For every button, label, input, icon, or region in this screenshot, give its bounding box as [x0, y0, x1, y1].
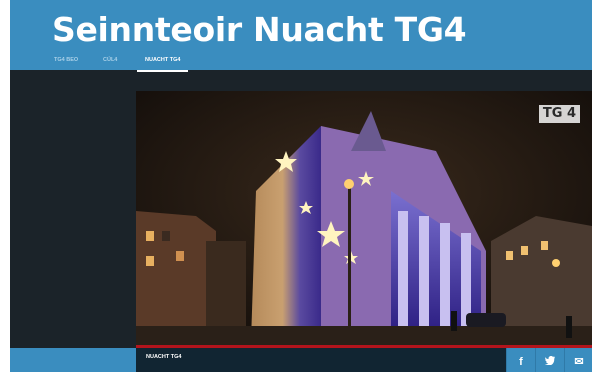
channel-logo: TG 4 — [538, 105, 580, 123]
twitter-icon — [544, 356, 555, 368]
footer-label: NUACHT TG4 — [146, 354, 182, 360]
facebook-icon: f — [519, 356, 523, 368]
video-frame-image — [136, 91, 592, 345]
tab-tg4-beo[interactable]: TG4 BEO — [54, 52, 78, 70]
page-title: Seinnteoir Nuacht TG4 — [52, 10, 467, 49]
video-player[interactable]: TG 4 — [136, 91, 592, 345]
app-frame: Seinnteoir Nuacht TG4 TG4 BEO CÚL4 NUACH… — [10, 0, 592, 372]
facebook-share-button[interactable]: f — [506, 348, 535, 372]
left-footer-strip — [10, 348, 136, 372]
player-footer: NUACHT TG4 f ✉ — [136, 348, 592, 372]
tab-nuacht-tg4[interactable]: NUACHT TG4 — [137, 52, 189, 72]
email-icon: ✉ — [574, 356, 584, 368]
twitter-share-button[interactable] — [535, 348, 564, 372]
tab-cul4[interactable]: CÚL4 — [103, 52, 117, 70]
nav-tabs: TG4 BEO CÚL4 NUACHT TG4 — [10, 52, 592, 72]
email-share-button[interactable]: ✉ — [564, 348, 592, 372]
header: Seinnteoir Nuacht TG4 TG4 BEO CÚL4 NUACH… — [10, 0, 592, 72]
